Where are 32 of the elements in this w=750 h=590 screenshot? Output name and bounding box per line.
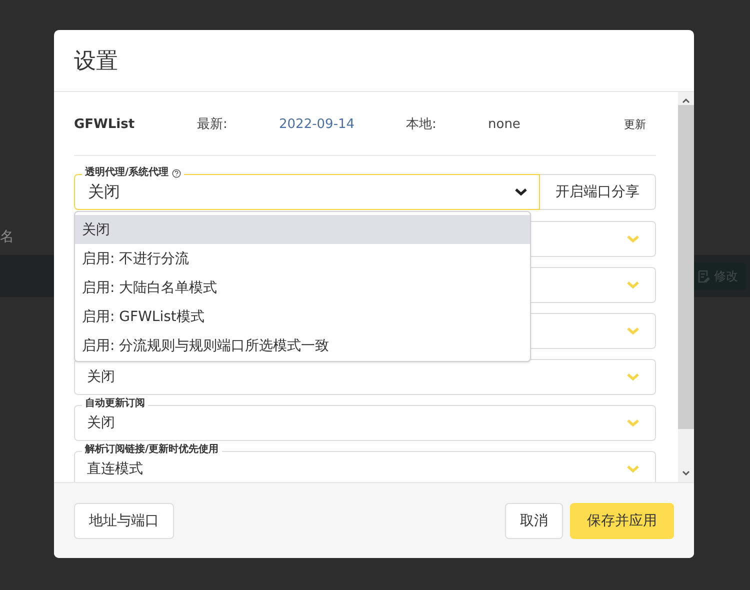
chevron-down-icon (627, 373, 639, 381)
cancel-button[interactable]: 取消 (505, 502, 563, 538)
field-label: 解析订阅链接/更新时优先使用 (82, 444, 222, 456)
local-version: none (488, 116, 522, 132)
scroll-down-icon[interactable] (682, 471, 690, 476)
list-name: GFWList (74, 116, 136, 132)
scrollbar[interactable] (678, 92, 694, 482)
chevron-down-icon (627, 419, 639, 427)
port-share-button[interactable]: 开启端口分享 (540, 174, 656, 210)
help-icon (172, 168, 181, 178)
background-text: 名 (0, 228, 14, 246)
chevron-down-icon (627, 465, 639, 473)
save-apply-button[interactable]: 保存并应用 (570, 502, 674, 538)
document-icon (698, 270, 710, 283)
chevron-down-icon (515, 188, 527, 196)
chevron-down-icon (627, 327, 639, 335)
scroll-up-icon[interactable] (682, 98, 690, 103)
dropdown-option[interactable]: 关闭 (75, 215, 530, 244)
dropdown-option[interactable]: 启用: GFWList模式 (75, 302, 530, 331)
dialog-title: 设置 (74, 48, 118, 76)
field-label: 自动更新订阅 (82, 398, 148, 410)
chevron-down-icon (627, 235, 639, 243)
latest-label: 最新: (197, 116, 228, 133)
chevron-down-icon (627, 281, 639, 289)
local-label: 本地: (406, 116, 438, 133)
update-button[interactable]: 更新 (624, 116, 656, 132)
dropdown-option[interactable]: 启用: 大陆白名单模式 (75, 273, 530, 302)
address-port-button[interactable]: 地址与端口 (74, 502, 174, 538)
field-label: 透明代理/系统代理 (82, 167, 184, 179)
latest-date: 2022-09-14 (279, 116, 356, 132)
dropdown-option[interactable]: 启用: 分流规则与规则端口所选模式一致 (75, 331, 530, 360)
dropdown-option[interactable]: 启用: 不进行分流 (75, 244, 530, 273)
